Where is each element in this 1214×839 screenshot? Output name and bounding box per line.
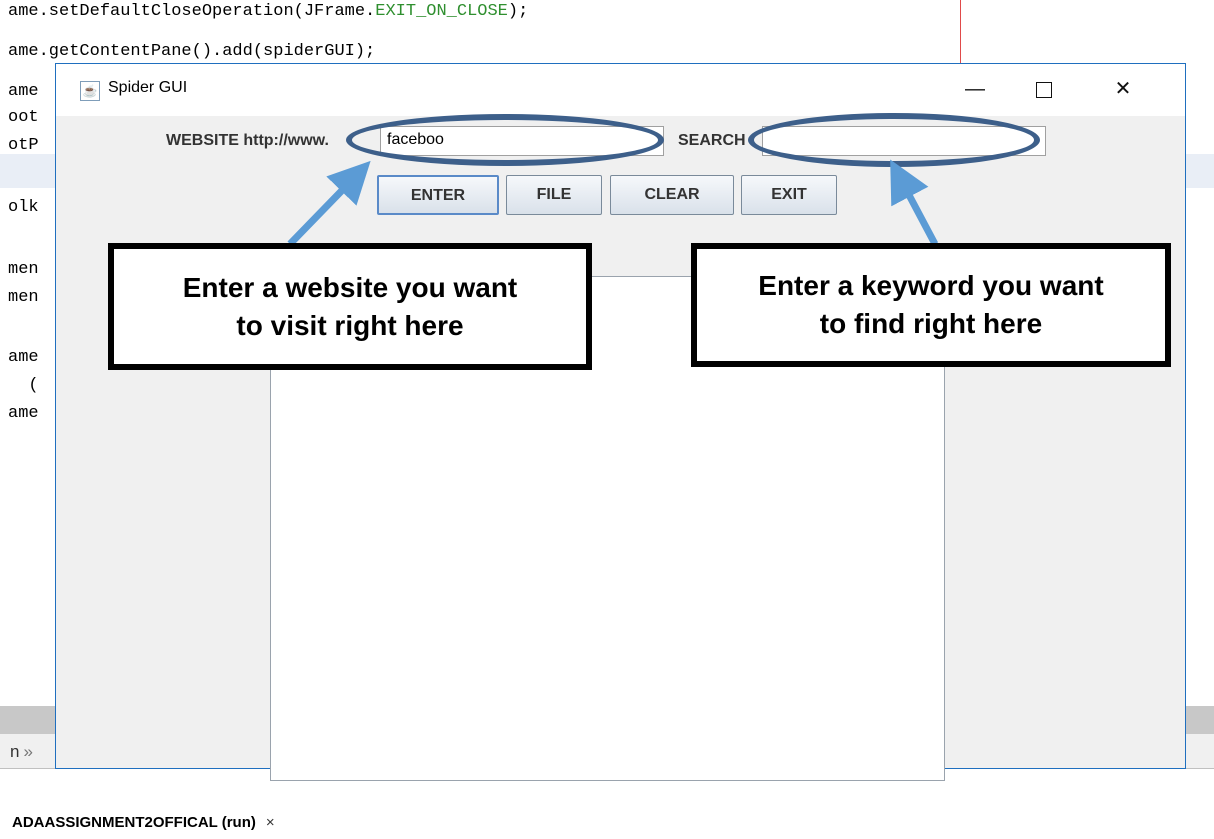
code-line: men [8, 260, 39, 279]
code-line: otP [8, 136, 39, 155]
right-margin-line [960, 0, 961, 70]
code-line: ame.setDefaultCloseOperation(JFrame.EXIT… [8, 2, 529, 21]
website-highlight-oval [346, 114, 664, 166]
code-line: ame [8, 82, 39, 101]
code-line: ( [8, 376, 39, 395]
close-button[interactable]: ✕ [1100, 74, 1146, 104]
maximize-icon [1036, 81, 1052, 98]
search-callout: Enter a keyword you want to find right he… [691, 243, 1171, 367]
double-chevron-right-icon[interactable]: » [23, 742, 32, 761]
window-title: Spider GUI [108, 79, 188, 96]
callout-text: Enter a website you want [182, 271, 518, 303]
code-line: ame [8, 404, 39, 423]
search-highlight-oval [748, 113, 1040, 167]
output-nav[interactable]: n» [10, 742, 33, 762]
java-cup-icon: ☕ [80, 81, 100, 101]
file-button[interactable]: FILE [506, 175, 602, 215]
code-line: men [8, 288, 39, 307]
enter-button[interactable]: ENTER [377, 175, 499, 215]
code-line: ame [8, 348, 39, 367]
minimize-button[interactable]: — [952, 74, 998, 104]
callout-text: to visit right here [236, 309, 464, 341]
clear-button[interactable]: CLEAR [610, 175, 734, 215]
close-icon[interactable]: × [266, 814, 275, 831]
callout-text: Enter a keyword you want [758, 270, 1104, 301]
maximize-button[interactable] [1021, 74, 1067, 104]
website-label: WEBSITE http://www. [166, 132, 329, 149]
tab-label: ADAASSIGNMENT2OFFICAL (run) [12, 814, 256, 831]
code-line: oot [8, 108, 39, 127]
code-line: olk [8, 198, 39, 217]
exit-button[interactable]: EXIT [741, 175, 837, 215]
code-line: ame.getContentPane().add(spiderGUI); [8, 42, 376, 61]
spider-gui-window: ☕ Spider GUI — ✕ WEBSITE http://www. fac… [55, 63, 1186, 781]
tab-run-output[interactable]: ADAASSIGNMENT2OFFICAL (run) × [12, 814, 275, 831]
title-bar[interactable]: ☕ Spider GUI — ✕ [56, 64, 1185, 116]
callout-text: to find right here [819, 308, 1043, 339]
search-label: SEARCH [678, 132, 746, 149]
website-callout: Enter a website you want to visit right h… [108, 243, 592, 370]
